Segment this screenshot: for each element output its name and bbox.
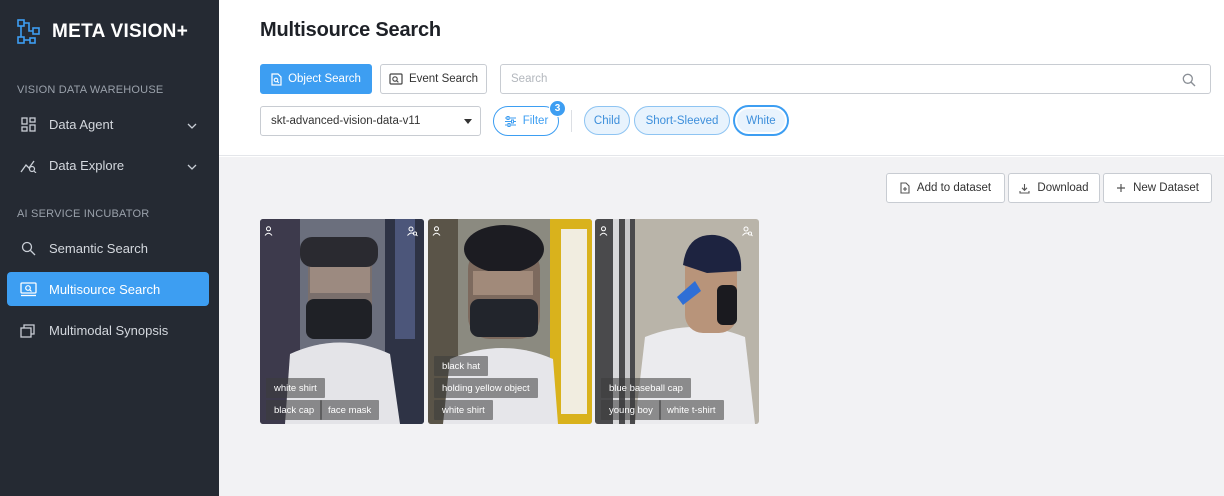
sidebar-item-label: Multisource Search bbox=[49, 281, 161, 297]
button-label: Add to dataset bbox=[916, 182, 992, 194]
sidebar-item-multimodal-synopsis[interactable]: Multimodal Synopsis bbox=[7, 313, 209, 347]
search-box[interactable] bbox=[500, 64, 1211, 94]
attribute-tag: white t-shirt bbox=[659, 400, 724, 420]
add-document-icon bbox=[900, 182, 910, 194]
image-search-icon bbox=[389, 73, 403, 85]
sidebar-item-label: Data Explore bbox=[49, 157, 125, 173]
new-dataset-button[interactable]: New Dataset bbox=[1103, 173, 1212, 203]
attribute-tag: blue baseball cap bbox=[601, 378, 691, 398]
sidebar-item-multisource-search[interactable]: Multisource Search bbox=[7, 272, 209, 306]
filter-count-badge: 3 bbox=[549, 100, 566, 117]
stack-icon bbox=[19, 321, 37, 339]
sidebar-item-label: Multimodal Synopsis bbox=[49, 322, 169, 338]
sidebar-item-semantic-search[interactable]: Semantic Search bbox=[7, 231, 209, 265]
section-label-ai-service-incubator: AI SERVICE INCUBATOR bbox=[17, 208, 150, 220]
sidebar: META VISION+ VISION DATA WAREHOUSE Data … bbox=[0, 0, 219, 496]
sidebar-item-data-agent[interactable]: Data Agent bbox=[7, 107, 209, 141]
result-card[interactable]: blue baseball cap young boy white t-shir… bbox=[595, 219, 759, 424]
filter-chip-child[interactable]: Child bbox=[584, 106, 630, 135]
dataset-select[interactable]: skt-advanced-vision-data-v11 bbox=[260, 106, 481, 136]
filter-chip-white[interactable]: White bbox=[734, 106, 788, 135]
result-card[interactable]: white shirt black cap face mask bbox=[260, 219, 424, 424]
person-icon bbox=[264, 223, 273, 241]
button-label: New Dataset bbox=[1133, 182, 1199, 194]
result-card[interactable]: black hat holding yellow object white sh… bbox=[428, 219, 592, 424]
page-header: Multisource Search Object Search Event S… bbox=[219, 0, 1224, 156]
divider bbox=[571, 110, 572, 132]
attribute-tag: face mask bbox=[320, 400, 380, 420]
search-input[interactable] bbox=[511, 73, 1171, 85]
chart-explore-icon bbox=[19, 156, 37, 174]
attribute-tag: young boy bbox=[601, 400, 661, 420]
filter-label: Filter bbox=[522, 115, 549, 127]
attribute-tag: white shirt bbox=[266, 378, 325, 398]
page-title: Multisource Search bbox=[260, 19, 441, 41]
add-to-dataset-button[interactable]: Add to dataset bbox=[886, 173, 1005, 203]
attribute-tag: holding yellow object bbox=[434, 378, 538, 398]
download-icon bbox=[1019, 183, 1030, 194]
section-label-vision-data-warehouse: VISION DATA WAREHOUSE bbox=[17, 84, 164, 96]
person-search-icon[interactable] bbox=[407, 224, 418, 242]
filter-chip-short-sleeved[interactable]: Short-Sleeved bbox=[634, 106, 730, 135]
attribute-tag: black hat bbox=[434, 356, 489, 376]
chevron-down-icon bbox=[187, 117, 197, 132]
app-logo[interactable]: META VISION+ bbox=[17, 19, 188, 45]
caret-down-icon bbox=[464, 119, 472, 124]
sidebar-item-label: Data Agent bbox=[49, 116, 114, 132]
plus-icon bbox=[1116, 183, 1126, 193]
tab-label: Event Search bbox=[408, 73, 479, 85]
app-name: META VISION+ bbox=[52, 21, 189, 42]
attribute-tag: white shirt bbox=[434, 400, 493, 420]
monitor-search-icon bbox=[19, 280, 37, 298]
person-search-icon[interactable] bbox=[742, 224, 753, 242]
chevron-down-icon bbox=[187, 158, 197, 173]
download-button[interactable]: Download bbox=[1008, 173, 1100, 203]
grid-icon bbox=[19, 115, 37, 133]
person-icon bbox=[432, 223, 441, 241]
attribute-tag: black cap bbox=[266, 400, 323, 420]
tab-object-search[interactable]: Object Search bbox=[260, 64, 372, 94]
sidebar-item-data-explore[interactable]: Data Explore bbox=[7, 148, 209, 182]
tab-event-search[interactable]: Event Search bbox=[380, 64, 487, 94]
dataset-select-value: skt-advanced-vision-data-v11 bbox=[271, 115, 421, 127]
tab-label: Object Search bbox=[288, 73, 361, 85]
button-label: Download bbox=[1037, 182, 1089, 194]
results-area: Add to dataset Download New Dataset whit… bbox=[219, 157, 1224, 496]
search-icon bbox=[19, 239, 37, 257]
document-search-icon bbox=[271, 72, 282, 86]
sidebar-item-label: Semantic Search bbox=[49, 240, 148, 256]
sliders-icon bbox=[504, 115, 517, 127]
search-icon[interactable] bbox=[1182, 73, 1196, 92]
person-icon bbox=[599, 223, 608, 241]
logo-icon bbox=[17, 19, 41, 45]
